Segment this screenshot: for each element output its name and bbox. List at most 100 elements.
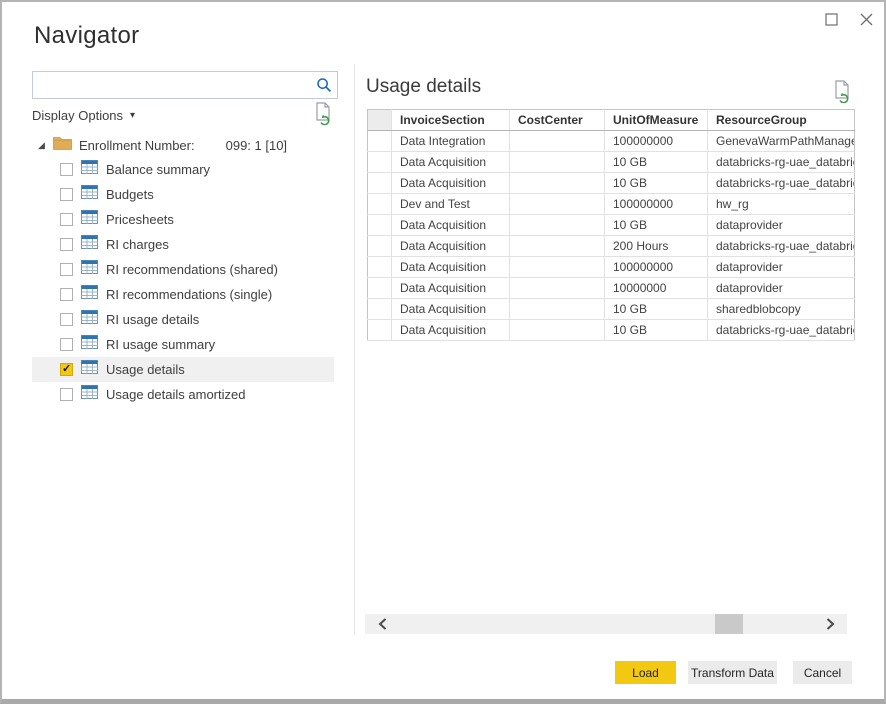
cell: Data Acquisition: [392, 257, 510, 278]
row-selector-cell: [368, 131, 392, 152]
transform-data-button[interactable]: Transform Data: [688, 661, 777, 684]
checkbox[interactable]: ✓: [60, 188, 73, 201]
horizontal-scrollbar[interactable]: [365, 614, 847, 634]
cell: [510, 152, 605, 173]
column-header: CostCenter: [510, 110, 605, 131]
table-row: Data Acquisition100000000dataprovider: [368, 257, 855, 278]
cell: Data Acquisition: [392, 173, 510, 194]
checkbox[interactable]: ✓: [60, 263, 73, 276]
sidebar-item-usage-details[interactable]: ✓ Usage details: [32, 357, 334, 382]
tree-root-label: Enrollment Number:: [79, 138, 195, 153]
table-row: Data Acquisition200 Hoursdatabricks-rg-u…: [368, 236, 855, 257]
table-row: Data Acquisition 10 GBdataprovider: [368, 215, 855, 236]
scroll-right-icon[interactable]: [813, 614, 847, 634]
corner-cell: [368, 110, 392, 131]
table-row: Dev and Test 100000000hw_rg: [368, 194, 855, 215]
preview-table: InvoiceSection CostCenter UnitOfMeasure …: [367, 109, 855, 341]
close-icon[interactable]: [857, 10, 875, 28]
cell: databricks-rg-uae_databricks-: [708, 320, 855, 341]
row-selector-cell: [368, 215, 392, 236]
cancel-button[interactable]: Cancel: [793, 661, 852, 684]
cell: 100000000: [605, 131, 708, 152]
checkbox[interactable]: ✓: [60, 288, 73, 301]
table-header-row: InvoiceSection CostCenter UnitOfMeasure …: [368, 110, 855, 131]
cell: [510, 215, 605, 236]
row-selector-cell: [368, 194, 392, 215]
checkbox[interactable]: ✓: [60, 163, 73, 176]
column-header: UnitOfMeasure: [605, 110, 708, 131]
cell: [510, 299, 605, 320]
sidebar-item-pricesheets[interactable]: ✓ Pricesheets: [32, 207, 334, 232]
row-selector-cell: [368, 152, 392, 173]
cell: 10 GB: [605, 299, 708, 320]
checkbox[interactable]: ✓: [60, 238, 73, 251]
row-selector-cell: [368, 236, 392, 257]
refresh-icon[interactable]: [313, 102, 333, 130]
cell: 200 Hours: [605, 236, 708, 257]
sidebar-item-budgets[interactable]: ✓ Budgets: [32, 182, 334, 207]
sidebar-item-usage-details-amortized[interactable]: ✓ Usage details amortized: [32, 382, 334, 407]
checkbox[interactable]: ✓: [60, 388, 73, 401]
cell: Data Acquisition: [392, 215, 510, 236]
scroll-left-icon[interactable]: [365, 614, 399, 634]
cell: [510, 194, 605, 215]
table-icon: [81, 185, 98, 204]
cell: [510, 131, 605, 152]
row-selector-cell: [368, 299, 392, 320]
chevron-down-icon: ▾: [130, 110, 135, 121]
cell: 100000000: [605, 194, 708, 215]
cell: GenevaWarmPathManageRG: [708, 131, 855, 152]
cell: [510, 278, 605, 299]
cell: 10 GB: [605, 215, 708, 236]
table-icon: [81, 285, 98, 304]
cell: hw_rg: [708, 194, 855, 215]
display-options-dropdown[interactable]: Display Options ▾: [32, 104, 135, 126]
cell: dataprovider: [708, 257, 855, 278]
sidebar-item-balance-summary[interactable]: ✓ Balance summary: [32, 157, 334, 182]
table-row: Data Acquisition10 GBdatabricks-rg-uae_d…: [368, 152, 855, 173]
row-selector-cell: [368, 278, 392, 299]
checkbox-checked[interactable]: ✓: [60, 363, 73, 376]
tables-tree: ✓ Balance summary ✓ Budgets ✓ Pricesheet…: [32, 157, 334, 407]
folder-icon: [53, 136, 72, 155]
cell: Data Acquisition: [392, 320, 510, 341]
search-icon[interactable]: [311, 77, 337, 93]
table-row: Data Integration 100000000GenevaWarmPathM…: [368, 131, 855, 152]
page-title: Navigator: [34, 22, 139, 50]
table-row: Data Acquisition10000000dataprovider: [368, 278, 855, 299]
row-selector-cell: [368, 257, 392, 278]
table-icon: [81, 385, 98, 404]
load-button[interactable]: Load: [615, 661, 676, 684]
table-icon: [81, 160, 98, 179]
cell: Data Acquisition: [392, 299, 510, 320]
cell: dataprovider: [708, 215, 855, 236]
sidebar-item-ri-usage-summary[interactable]: ✓ RI usage summary: [32, 332, 334, 357]
tree-root-value: 099: 1 [10]: [226, 138, 287, 153]
search-input[interactable]: [33, 72, 311, 98]
cell: Data Acquisition: [392, 278, 510, 299]
cell: databricks-rg-uae_databricks-: [708, 152, 855, 173]
scrollbar-thumb[interactable]: [715, 614, 743, 634]
table-icon: [81, 210, 98, 229]
row-selector-cell: [368, 320, 392, 341]
cell: Dev and Test: [392, 194, 510, 215]
tree-root-enrollment[interactable]: ◢ Enrollment Number: 099: 1 [10]: [32, 133, 334, 157]
refresh-preview-icon[interactable]: [832, 80, 852, 108]
table-row: Data Acquisition10 GBdatabricks-rg-uae_d…: [368, 173, 855, 194]
checkbox[interactable]: ✓: [60, 213, 73, 226]
cell: 10000000: [605, 278, 708, 299]
checkbox[interactable]: ✓: [60, 338, 73, 351]
checkbox[interactable]: ✓: [60, 313, 73, 326]
sidebar-item-ri-recommendations-shared[interactable]: ✓ RI recommendations (shared): [32, 257, 334, 282]
sidebar-item-ri-recommendations-single[interactable]: ✓ RI recommendations (single): [32, 282, 334, 307]
cell: 10 GB: [605, 173, 708, 194]
display-options-label: Display Options: [32, 108, 123, 123]
table-icon: [81, 235, 98, 254]
sidebar-item-ri-charges[interactable]: ✓ RI charges: [32, 232, 334, 257]
tree-expander-icon[interactable]: ◢: [38, 140, 50, 151]
cell: Data Integration: [392, 131, 510, 152]
sidebar-item-ri-usage-details[interactable]: ✓ RI usage details: [32, 307, 334, 332]
table-row: Data Acquisition 10 GBsharedblobcopy: [368, 299, 855, 320]
maximize-icon[interactable]: [822, 10, 840, 28]
cell: sharedblobcopy: [708, 299, 855, 320]
